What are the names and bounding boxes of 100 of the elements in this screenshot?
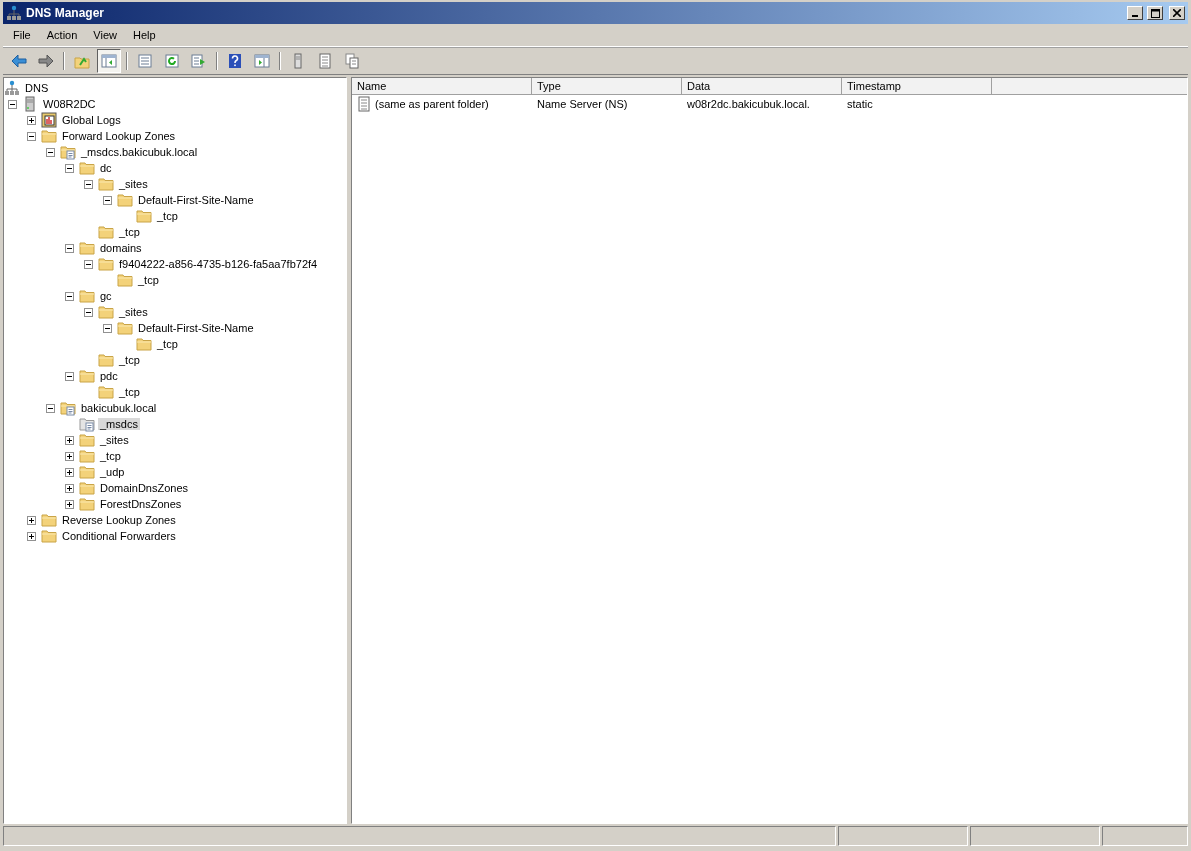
folder-icon	[98, 256, 114, 272]
folder-icon	[79, 240, 95, 256]
menu-item[interactable]: View	[85, 27, 125, 43]
expand-toggle-icon[interactable]	[65, 467, 74, 477]
tree-item[interactable]: gc	[98, 290, 114, 302]
folder-icon	[117, 192, 133, 208]
tree-item[interactable]: DNS	[23, 82, 51, 94]
column-header[interactable]: Data	[682, 78, 842, 94]
tree-item[interactable]: DomainDnsZones	[98, 482, 191, 494]
expand-toggle-icon[interactable]	[27, 115, 36, 125]
expand-toggle-icon[interactable]	[65, 483, 74, 493]
tree-item[interactable]: _tcp	[117, 226, 142, 238]
collapse-toggle-icon[interactable]	[103, 195, 112, 205]
collapse-toggle-icon[interactable]	[84, 307, 93, 317]
folder-icon	[79, 464, 95, 480]
tree-item[interactable]: _tcp	[136, 274, 161, 286]
forward-arrow-icon	[38, 53, 54, 69]
collapse-toggle-icon[interactable]	[65, 371, 74, 381]
table-cell: w08r2dc.bakicubuk.local.	[687, 97, 810, 110]
export-list-icon	[191, 53, 207, 69]
folder-icon	[98, 384, 114, 400]
tree-item[interactable]: bakicubuk.local	[79, 402, 159, 414]
folder-icon	[136, 336, 152, 352]
collapse-toggle-icon[interactable]	[84, 179, 93, 189]
column-header[interactable]: Type	[532, 78, 682, 94]
collapse-toggle-icon[interactable]	[27, 131, 36, 141]
zone-folder-icon	[60, 144, 76, 160]
help-icon	[227, 53, 243, 69]
network-icon	[6, 5, 22, 21]
menu-item[interactable]: Help	[124, 27, 164, 43]
tree-item[interactable]: Default-First-Site-Name	[136, 322, 256, 334]
tree-item[interactable]: _msdcs.bakicubuk.local	[79, 146, 200, 158]
tree-item[interactable]: W08R2DC	[41, 98, 98, 110]
menu-item[interactable]: Action	[38, 27, 86, 43]
network-icon	[4, 80, 20, 96]
collapse-toggle-icon[interactable]	[46, 403, 55, 413]
table-cell[interactable]: (same as parent folder)	[375, 97, 489, 110]
table-cell: static	[847, 97, 873, 110]
column-header[interactable]: Timestamp	[842, 78, 992, 94]
log-book-icon	[41, 112, 57, 128]
maximize-button[interactable]	[1147, 6, 1163, 20]
console-tree-icon	[101, 53, 117, 69]
close-button[interactable]	[1169, 6, 1185, 20]
tree-item[interactable]: _sites	[117, 306, 150, 318]
expand-toggle-icon[interactable]	[65, 435, 74, 445]
tree-item[interactable]: _udp	[98, 466, 127, 478]
tree-item[interactable]: Forward Lookup Zones	[60, 130, 178, 142]
tree-item[interactable]: _tcp	[117, 354, 142, 366]
tree-item[interactable]: Default-First-Site-Name	[136, 194, 256, 206]
expand-toggle-icon[interactable]	[65, 499, 74, 509]
toolbar-button[interactable]	[97, 49, 121, 73]
folder-icon	[79, 160, 95, 176]
expand-toggle-icon[interactable]	[27, 531, 36, 541]
collapse-toggle-icon[interactable]	[46, 147, 55, 157]
collapse-toggle-icon[interactable]	[103, 323, 112, 333]
zone-folder-icon	[60, 400, 76, 416]
folder-icon	[98, 304, 114, 320]
folder-icon	[98, 224, 114, 240]
tree-item[interactable]: _msdcs	[98, 418, 140, 430]
tree-item[interactable]: Global Logs	[60, 114, 123, 126]
document-list-icon	[317, 53, 333, 69]
folder-icon	[117, 320, 133, 336]
collapse-toggle-icon[interactable]	[8, 99, 17, 109]
tree-item[interactable]: _tcp	[98, 450, 123, 462]
tree-item[interactable]: domains	[98, 242, 144, 254]
folder-icon	[79, 448, 95, 464]
tree-item[interactable]: _tcp	[155, 338, 180, 350]
tree-item[interactable]: ForestDnsZones	[98, 498, 184, 510]
expand-toggle-icon[interactable]	[65, 451, 74, 461]
tree-item[interactable]: _sites	[117, 178, 150, 190]
collapse-toggle-icon[interactable]	[65, 163, 74, 173]
action-pane-icon	[254, 53, 270, 69]
expand-toggle-icon[interactable]	[27, 515, 36, 525]
copy-icon	[344, 53, 360, 69]
close-icon	[1173, 9, 1181, 17]
tree-item[interactable]: f9404222-a856-4735-b126-fa5aa7fb72f4	[117, 258, 320, 270]
tree-item[interactable]: Conditional Forwarders	[60, 530, 178, 542]
menu-item[interactable]: File	[5, 27, 39, 43]
folder-icon	[41, 512, 57, 528]
record-icon	[356, 95, 372, 112]
folder-icon	[41, 128, 57, 144]
minimize-button[interactable]	[1127, 6, 1143, 20]
collapse-toggle-icon[interactable]	[65, 243, 74, 253]
maximize-icon	[1150, 8, 1160, 18]
window-title: DNS Manager	[26, 6, 106, 20]
back-arrow-icon	[11, 53, 27, 69]
collapse-toggle-icon[interactable]	[65, 291, 74, 301]
tree-item[interactable]: dc	[98, 162, 114, 174]
folder-icon	[136, 208, 152, 224]
tree-item[interactable]: _tcp	[155, 210, 180, 222]
tree-item[interactable]: Reverse Lookup Zones	[60, 514, 178, 526]
tree-item[interactable]: _sites	[98, 434, 131, 446]
folder-icon	[41, 528, 57, 544]
folder-icon	[117, 272, 133, 288]
list-window-icon	[137, 53, 153, 69]
folder-icon	[79, 368, 95, 384]
collapse-toggle-icon[interactable]	[84, 259, 93, 269]
tree-item[interactable]: _tcp	[117, 386, 142, 398]
column-header[interactable]: Name	[352, 78, 532, 94]
tree-item[interactable]: pdc	[98, 370, 120, 382]
